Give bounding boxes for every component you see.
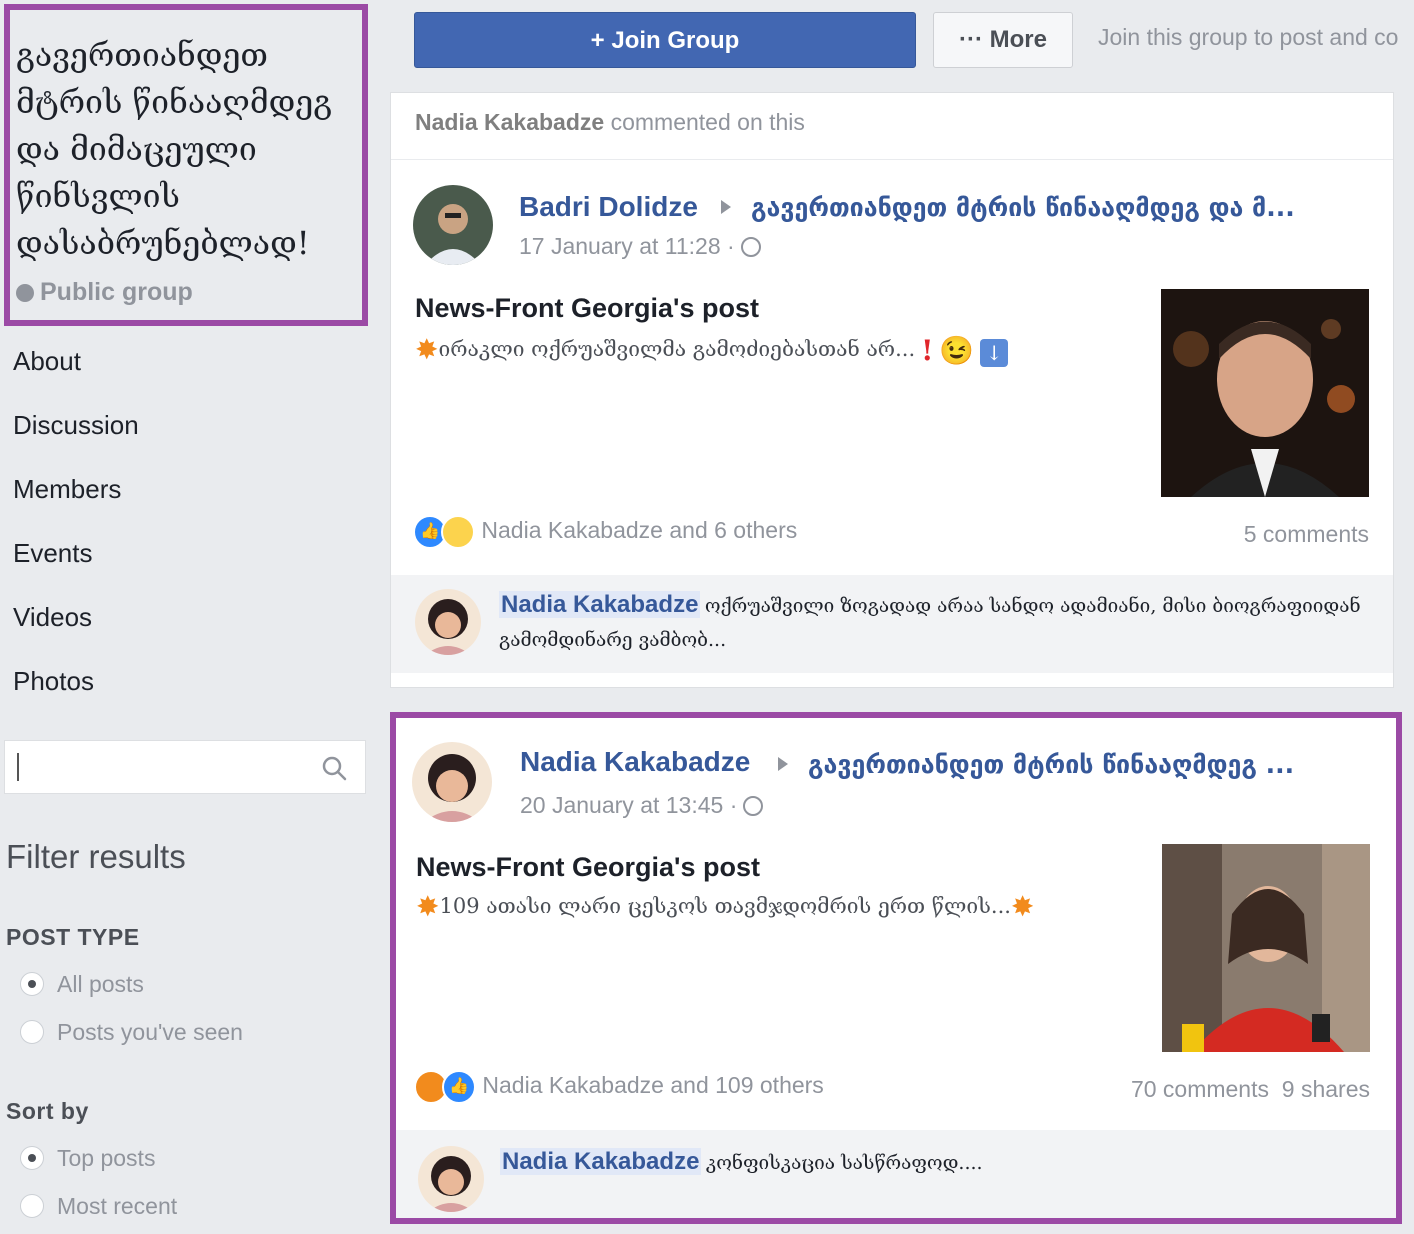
comment-author-link[interactable]: Nadia Kakabadze [499,591,701,618]
like-icon [442,1070,476,1104]
sort-by-label: Sort by [6,1098,89,1124]
engagement-counts: 70 comments 9 shares [1131,1076,1370,1103]
share-count[interactable]: 9 shares [1282,1076,1370,1102]
down-arrow-icon: ↓ [980,339,1009,367]
radio-label-posts-seen[interactable]: Posts you've seen [57,1019,243,1046]
search-icon[interactable] [321,755,347,781]
nav-item-about[interactable]: About [13,346,81,377]
post-card: Nadia Kakabadze commented on this Badri … [390,92,1394,688]
post-group-link[interactable]: გავერთიანდეთ მტრის წინააღმდეგ და მ... [751,193,1295,222]
radio-most-recent[interactable] [20,1194,44,1218]
nav-item-videos[interactable]: Videos [13,602,92,633]
reactions-text[interactable]: Nadia Kakabadze and 109 others [482,1072,823,1098]
post-thumbnail[interactable] [1162,844,1370,1052]
nav-item-photos[interactable]: Photos [13,666,94,697]
timestamp-text[interactable]: 17 January at 11:28 · [519,233,735,259]
explosion-icon: ✸ [416,890,440,923]
radio-label-top-posts[interactable]: Top posts [57,1145,155,1172]
reaction-summary[interactable]: Nadia Kakabadze and 109 others [414,1070,824,1104]
text-cursor [17,753,19,781]
radio-label-most-recent[interactable]: Most recent [57,1193,177,1220]
group-header-highlight: გავერთიანდეთ მტრის წინააღმდეგ და მიმაცეუ… [4,4,368,326]
post-author-link[interactable]: Nadia Kakabadze [520,746,750,778]
post-type-label: POST TYPE [6,924,140,950]
comment-text: კონფისკაცია სასწრაფოდ.... [705,1152,983,1174]
join-hint-text: Join this group to post and co [1098,24,1399,50]
wink-icon: 😉 [939,334,975,367]
arrow-right-icon [721,200,731,214]
avatar[interactable] [412,742,492,822]
avatar[interactable] [415,589,481,655]
radio-all-posts[interactable] [20,972,44,996]
arrow-right-icon [778,757,788,771]
activity-context: Nadia Kakabadze commented on this [415,109,805,136]
group-search-box [4,740,366,794]
shared-post-title[interactable]: News-Front Georgia's post [416,852,760,883]
reaction-summary[interactable]: Nadia Kakabadze and 6 others [413,515,797,549]
post-text-content: 109 ათასი ლარი ცესკოს თავმჯდომრის ერთ წლ… [439,894,1011,918]
group-sidebar: გავერთიანდეთ მტრის წინააღმდეგ და მიმაცეუ… [0,0,380,1234]
comment-count[interactable]: 70 comments [1131,1076,1269,1102]
group-privacy: Public group [16,278,193,307]
top-comment: Nadia Kakabadze კონფისკაცია სასწრაფოდ...… [396,1130,1396,1218]
radio-top-posts[interactable] [20,1146,44,1170]
timestamp-text[interactable]: 20 January at 13:45 · [520,792,737,818]
join-group-button[interactable]: + Join Group [414,12,916,68]
globe-icon [16,284,34,302]
avatar[interactable] [418,1146,484,1212]
radio-posts-seen[interactable] [20,1020,44,1044]
comment-count[interactable]: 5 comments [1244,521,1369,548]
avatar[interactable] [413,185,493,265]
filter-results-heading: Filter results [6,838,186,875]
post-text: ✸ირაკლი ოქრუაშვილმა გამოძიებასთან არ...!… [415,333,1009,367]
reactions-text[interactable]: Nadia Kakabadze and 6 others [481,517,797,543]
comment-body: Nadia Kakabadze კონფისკაცია სასწრაფოდ...… [500,1146,1370,1181]
privacy-label: Public group [40,278,193,306]
comment-author-link[interactable]: Nadia Kakabadze [500,1148,702,1175]
shared-post-title[interactable]: News-Front Georgia's post [415,293,759,324]
explosion-icon: ✸ [1010,890,1035,923]
context-user-link[interactable]: Nadia Kakabadze [415,109,604,135]
globe-icon [743,796,764,816]
exclamation-icon: ! [921,334,934,367]
post-thumbnail[interactable] [1161,289,1369,497]
group-name[interactable]: გავერთიანდეთ მტრის წინააღმდეგ და მიმაცეუ… [16,32,368,267]
nav-item-members[interactable]: Members [13,474,121,505]
nav-item-discussion[interactable]: Discussion [13,410,139,441]
post-group-link[interactable]: გავერთიანდეთ მტრის წინააღმდეგ ... [808,750,1294,779]
explosion-icon: ✸ [415,333,439,366]
post-timestamp[interactable]: 17 January at 11:28 · [519,233,761,260]
radio-label-all-posts[interactable]: All posts [57,971,144,998]
group-actions-bar: + Join Group ··· More Join this group to… [388,0,1414,90]
post-timestamp[interactable]: 20 January at 13:45 · [520,792,764,819]
post-text-content: ირაკლი ოქრუაშვილმა გამოძიებასთან არ... [438,337,916,361]
post-author-link[interactable]: Badri Dolidze [519,191,698,223]
nav-item-events[interactable]: Events [13,538,93,569]
group-search-input[interactable] [5,741,305,793]
more-button[interactable]: ··· More [933,12,1073,68]
top-comment: Nadia Kakabadze ოქრუაშვილი ზოგადად არაა … [391,575,1393,673]
post-text: ✸109 ათასი ლარი ცესკოს თავმჯდომრის ერთ წ… [416,890,1034,923]
comment-body: Nadia Kakabadze ოქრუაშვილი ზოგადად არაა … [499,589,1369,658]
haha-icon [441,515,475,549]
divider [391,159,1393,160]
globe-icon [740,237,761,257]
post-card-highlighted: Nadia Kakabadze გავერთიანდეთ მტრის წინაა… [390,712,1402,1224]
context-text: commented on this [604,109,805,135]
